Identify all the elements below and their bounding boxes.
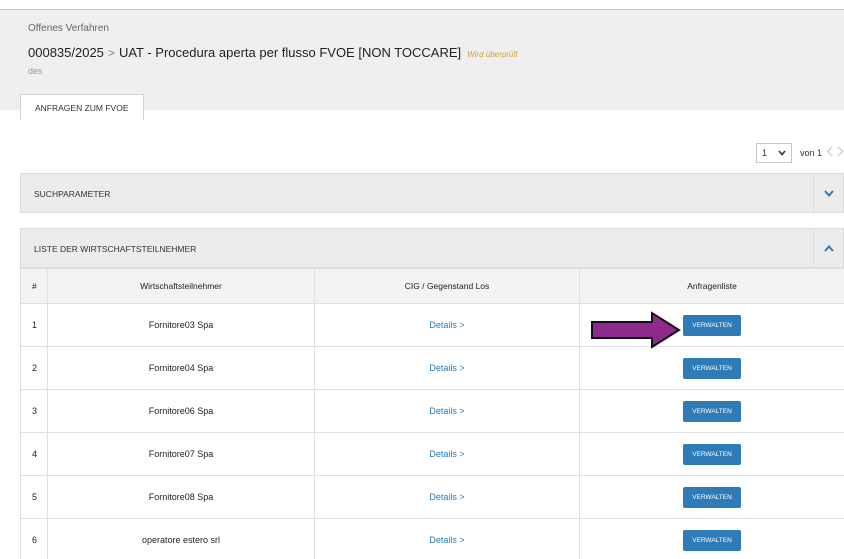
row-number: 1 [20,303,48,347]
operator-name: operatore estero srl [47,518,315,559]
chevron-down-icon [778,149,786,158]
details-link[interactable]: Details > [429,363,464,373]
action-cell: VERWALTEN [579,518,844,559]
table-row: 3 Fornitore06 Spa Details > VERWALTEN [20,389,844,433]
column-header-requests: Anfragenliste [579,268,844,304]
manage-button[interactable]: VERWALTEN [683,529,741,551]
page-count: von 1 [799,148,822,158]
details-link[interactable]: Details > [429,406,464,416]
operator-list-panel-header[interactable]: LISTE DER WIRTSCHAFTSTEILNEHMER [20,228,844,268]
arrow-right-icon [590,311,682,354]
manage-button[interactable]: VERWALTEN [683,314,741,336]
manage-button[interactable]: VERWALTEN [683,357,741,379]
operator-name: Fornitore04 Spa [47,346,315,390]
row-number: 4 [20,432,48,476]
column-header-number: # [20,268,48,304]
chevron-left-icon[interactable] [826,146,833,160]
top-accent-line [0,0,844,10]
manage-button[interactable]: VERWALTEN [683,443,741,465]
details-cell: Details > [314,475,580,519]
details-link[interactable]: Details > [429,320,464,330]
search-panel-header[interactable]: SUCHPARAMETER [20,173,844,213]
details-cell: Details > [314,303,580,347]
page-title: 000835/2025 > UAT - Procedura aperta per f… [28,44,518,62]
procedure-header: Offenes Verfahren 000835/2025 > UAT - Proc… [0,10,844,120]
procedure-title: UAT - Procedura aperta per flusso FVOE [… [118,45,462,60]
details-link[interactable]: Details > [429,492,464,502]
row-number: 2 [20,346,48,390]
table-row: 6 operatore estero srl Details > VERWALT… [20,518,844,559]
chevron-up-icon[interactable] [813,229,843,267]
column-header-operator: Wirtschaftsteilnehmer [47,268,315,304]
row-number: 6 [20,518,48,559]
action-cell: VERWALTEN [579,389,844,433]
operator-name: Fornitore07 Spa [47,432,315,476]
operator-list-panel-title: LISTE DER WIRTSCHAFTSTEILNEHMER [34,244,197,254]
chevron-right-icon[interactable] [837,146,844,160]
operator-table: # Wirtschaftsteilnehmer CIG / Gegenstand… [20,268,844,559]
table-row: 5 Fornitore08 Spa Details > VERWALTEN [20,475,844,519]
details-link[interactable]: Details > [429,535,464,545]
procedure-subtitle: des [28,66,43,76]
details-cell: Details > [314,346,580,390]
pagination: 1 von 1 [755,143,844,163]
details-link[interactable]: Details > [429,449,464,459]
table-header-row: # Wirtschaftsteilnehmer CIG / Gegenstand… [20,268,844,304]
table-row: 2 Fornitore04 Spa Details > VERWALTEN [20,346,844,390]
details-cell: Details > [314,432,580,476]
search-panel-title: SUCHPARAMETER [34,189,111,199]
manage-button[interactable]: VERWALTEN [683,486,741,508]
details-cell: Details > [314,389,580,433]
breadcrumb-separator: > [107,46,115,60]
column-header-cig: CIG / Gegenstand Los [314,268,580,304]
operator-name: Fornitore03 Spa [47,303,315,347]
row-number: 3 [20,389,48,433]
procedure-type: Offenes Verfahren [28,23,109,34]
page-select[interactable]: 1 [755,143,792,163]
action-cell: VERWALTEN [579,432,844,476]
table-row: 4 Fornitore07 Spa Details > VERWALTEN [20,432,844,476]
procedure-id: 000835/2025 [28,45,104,60]
tab-anfragen-zum-fvoe[interactable]: ANFRAGEN ZUM FVOE [20,94,144,120]
chevron-down-icon[interactable] [813,174,843,212]
page-select-value: 1 [761,148,767,158]
row-number: 5 [20,475,48,519]
table-row: 1 Fornitore03 Spa Details > VERWALTEN [20,303,844,347]
status-badge: Wird überprüft [467,50,518,59]
manage-button[interactable]: VERWALTEN [683,400,741,422]
operator-name: Fornitore06 Spa [47,389,315,433]
operator-name: Fornitore08 Spa [47,475,315,519]
action-cell: VERWALTEN [579,475,844,519]
details-cell: Details > [314,518,580,559]
